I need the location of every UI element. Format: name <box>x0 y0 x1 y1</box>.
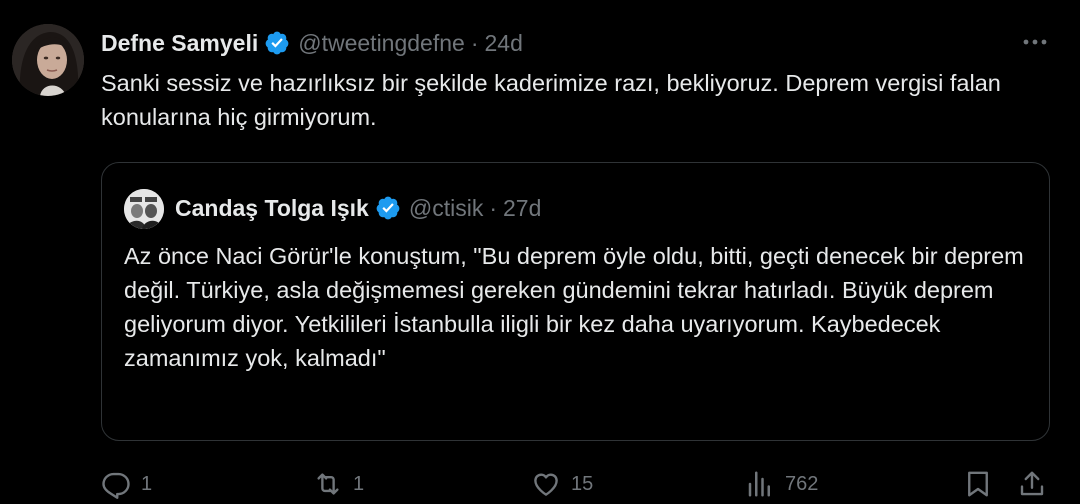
quoted-tweet[interactable]: Candaş Tolga Işık @ctisik · 27d Az önce Na… <box>101 162 1050 441</box>
reply-button[interactable]: 1 <box>101 466 152 502</box>
more-icon[interactable] <box>1020 30 1050 54</box>
author-handle[interactable]: @tweetingdefne <box>298 30 465 56</box>
meta-separator: · <box>489 194 497 221</box>
retweet-count: 1 <box>353 472 365 495</box>
views-count: 762 <box>785 472 819 495</box>
quoted-author-handle[interactable]: @ctisik <box>409 195 483 221</box>
quoted-tweet-meta: @ctisik · 27d <box>409 195 542 222</box>
like-count: 15 <box>571 472 594 495</box>
views-button[interactable]: 762 <box>745 466 818 502</box>
reply-count: 1 <box>141 472 153 495</box>
like-button[interactable]: 15 <box>531 466 593 502</box>
tweet-header: Defne Samyeli @tweetingdefne · 24d <box>101 27 523 59</box>
bookmark-button[interactable] <box>963 466 993 502</box>
verified-badge-icon <box>376 196 400 220</box>
tweet-text: Sanki sessiz ve hazırlıksız bir şekilde … <box>101 70 1001 130</box>
share-icon <box>1020 471 1044 496</box>
heart-icon <box>534 473 558 496</box>
meta-separator: · <box>470 29 479 56</box>
reply-icon <box>102 472 130 499</box>
quoted-avatar-image <box>124 189 164 229</box>
tweet[interactable]: Defne Samyeli @tweetingdefne · 24d Sanki s… <box>0 0 1080 504</box>
retweet-icon <box>317 473 339 495</box>
author-name[interactable]: Defne Samyeli <box>101 30 258 57</box>
author-avatar[interactable] <box>12 24 84 96</box>
bookmark-icon <box>968 471 988 497</box>
quoted-tweet-header: Candaş Tolga Işık @ctisik · 27d <box>175 191 541 225</box>
quoted-author-avatar[interactable] <box>124 189 164 229</box>
views-icon <box>748 471 770 497</box>
tweet-time[interactable]: 24d <box>485 30 523 56</box>
share-button[interactable] <box>1017 466 1047 502</box>
tweet-meta: @tweetingdefne · 24d <box>298 30 523 57</box>
verified-badge-icon <box>265 31 289 55</box>
quoted-author-name[interactable]: Candaş Tolga Işık <box>175 195 369 222</box>
quoted-tweet-text: Az önce Naci Görür'le konuştum, "Bu depr… <box>124 243 1024 371</box>
tweet-actions: 1 1 15 762 <box>101 466 1051 502</box>
avatar-image <box>12 24 84 96</box>
quoted-tweet-time[interactable]: 27d <box>503 195 541 221</box>
retweet-button[interactable]: 1 <box>313 466 364 502</box>
